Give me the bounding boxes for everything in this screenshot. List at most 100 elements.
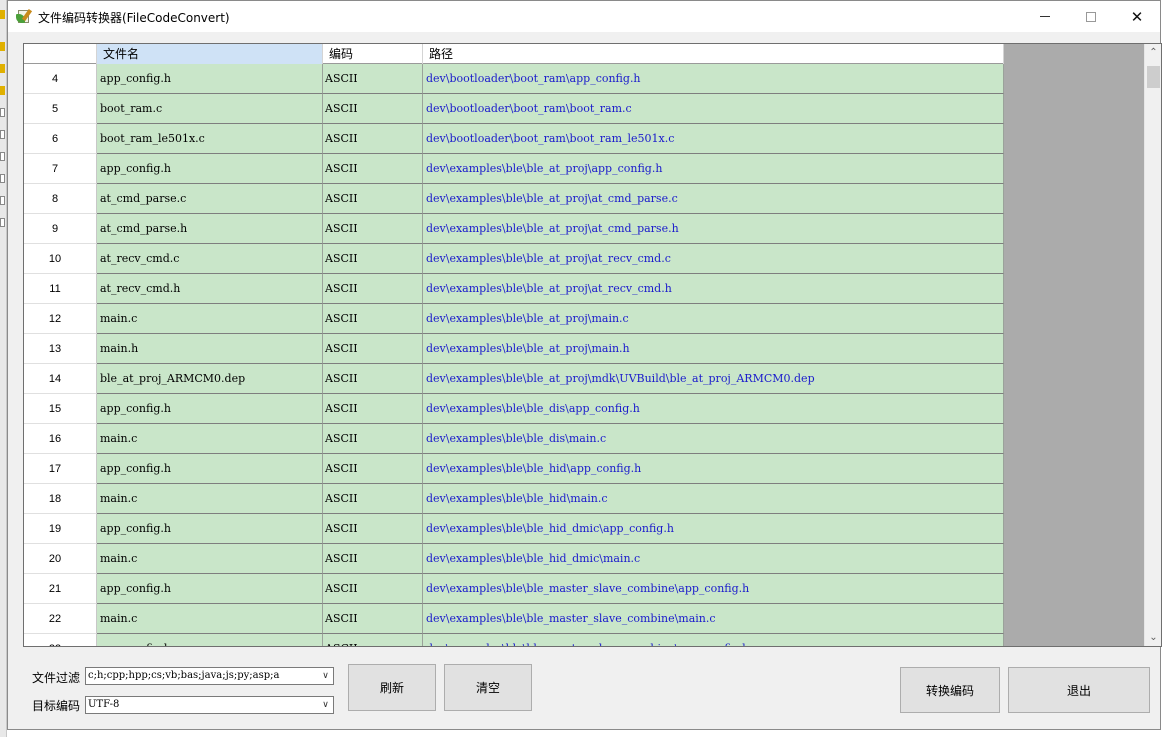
encoding-cell[interactable]: ASCII bbox=[323, 124, 423, 154]
encoding-cell[interactable]: ASCII bbox=[323, 274, 423, 304]
table-row[interactable]: 16 main.c ASCII dev\examples\ble\ble_dis\ma… bbox=[24, 424, 1004, 454]
filename-cell[interactable]: at_cmd_parse.c bbox=[97, 184, 323, 214]
filename-cell[interactable]: main.c bbox=[97, 544, 323, 574]
row-number-cell[interactable]: 14 bbox=[24, 364, 97, 394]
row-number-cell[interactable]: 4 bbox=[24, 64, 97, 94]
path-cell[interactable]: dev\examples\ble\ble_at_proj\at_recv_cmd… bbox=[423, 274, 1004, 304]
filename-cell[interactable]: main.c bbox=[97, 484, 323, 514]
path-cell[interactable]: dev\examples\ble\ble_at_proj\app_config.… bbox=[423, 154, 1004, 184]
filename-cell[interactable]: app_config.h bbox=[97, 634, 323, 646]
table-row[interactable]: 6 boot_ram_le501x.c ASCII dev\bootloader\bo… bbox=[24, 124, 1004, 154]
table-row[interactable]: 8 at_cmd_parse.c ASCII dev\examples\ble\ble… bbox=[24, 184, 1004, 214]
encoding-cell[interactable]: ASCII bbox=[323, 574, 423, 604]
table-row[interactable]: 7 app_config.h ASCII dev\examples\ble\ble_a… bbox=[24, 154, 1004, 184]
vertical-scrollbar[interactable]: ⌃ ⌄ bbox=[1144, 44, 1161, 646]
encoding-cell[interactable]: ASCII bbox=[323, 154, 423, 184]
table-row[interactable]: 5 boot_ram.c ASCII dev\bootloader\boot_ram\… bbox=[24, 94, 1004, 124]
path-cell[interactable]: dev\examples\ble\ble_at_proj\mdk\UVBuild… bbox=[423, 364, 1004, 394]
row-number-cell[interactable]: 22 bbox=[24, 604, 97, 634]
encoding-cell[interactable]: ASCII bbox=[323, 244, 423, 274]
table-row[interactable]: 21 app_config.h ASCII dev\examples\ble\ble_… bbox=[24, 574, 1004, 604]
filename-cell[interactable]: app_config.h bbox=[97, 454, 323, 484]
clear-button[interactable]: 清空 bbox=[444, 664, 532, 711]
encoding-cell[interactable]: ASCII bbox=[323, 484, 423, 514]
row-number-cell[interactable]: 15 bbox=[24, 394, 97, 424]
encoding-cell[interactable]: ASCII bbox=[323, 304, 423, 334]
path-cell[interactable]: dev\examples\ble\ble_hid_dmic\main.c bbox=[423, 544, 1004, 574]
table-row[interactable]: 14 ble_at_proj_ARMCM0.dep ASCII dev\example… bbox=[24, 364, 1004, 394]
encoding-cell[interactable]: ASCII bbox=[323, 64, 423, 94]
row-number-cell[interactable]: 19 bbox=[24, 514, 97, 544]
row-number-cell[interactable]: 10 bbox=[24, 244, 97, 274]
path-cell[interactable]: dev\examples\ble\ble_dis\app_config.h bbox=[423, 394, 1004, 424]
table-row[interactable]: 23app_config.hASCIIdev\examples\ble\ble_… bbox=[24, 634, 1004, 646]
encoding-cell[interactable]: ASCII bbox=[323, 634, 423, 646]
exit-button[interactable]: 退出 bbox=[1008, 667, 1150, 713]
encoding-cell[interactable]: ASCII bbox=[323, 364, 423, 394]
scroll-up-icon[interactable]: ⌃ bbox=[1145, 44, 1161, 61]
path-cell[interactable]: dev\bootloader\boot_ram\boot_ram.c bbox=[423, 94, 1004, 124]
row-number-cell[interactable]: 6 bbox=[24, 124, 97, 154]
path-cell[interactable]: dev\bootloader\boot_ram\app_config.h bbox=[423, 64, 1004, 94]
path-cell[interactable]: dev\examples\ble\ble_at_proj\at_cmd_pars… bbox=[423, 214, 1004, 244]
filename-cell[interactable]: app_config.h bbox=[97, 64, 323, 94]
encoding-cell[interactable]: ASCII bbox=[323, 214, 423, 244]
path-cell[interactable]: dev\examples\ble\ble_master_slave_combin… bbox=[423, 604, 1004, 634]
row-number-cell[interactable]: 17 bbox=[24, 454, 97, 484]
table-row[interactable]: 15 app_config.h ASCII dev\examples\ble\ble_… bbox=[24, 394, 1004, 424]
filename-cell[interactable]: app_config.h bbox=[97, 574, 323, 604]
row-number-cell[interactable]: 18 bbox=[24, 484, 97, 514]
table-row[interactable]: 11 at_recv_cmd.h ASCII dev\examples\ble\ble… bbox=[24, 274, 1004, 304]
path-cell[interactable]: dev\examples\ble\ble_dis\main.c bbox=[423, 424, 1004, 454]
encoding-cell[interactable]: ASCII bbox=[323, 184, 423, 214]
file-grid[interactable]: 文件名 编码 路径 4 app_config.h ASCII dev\bootload… bbox=[23, 43, 1162, 647]
row-number-cell[interactable]: 20 bbox=[24, 544, 97, 574]
convert-encoding-button[interactable]: 转换编码 bbox=[900, 667, 1000, 713]
filename-cell[interactable]: main.h bbox=[97, 334, 323, 364]
row-number-cell[interactable]: 16 bbox=[24, 424, 97, 454]
row-number-cell[interactable]: 23 bbox=[24, 634, 97, 646]
header-encoding[interactable]: 编码 bbox=[323, 44, 423, 64]
filename-cell[interactable]: main.c bbox=[97, 604, 323, 634]
header-path[interactable]: 路径 bbox=[423, 44, 1004, 64]
path-cell[interactable]: dev\examples\ble\ble_hid_dmic\app_config… bbox=[423, 514, 1004, 544]
file-filter-combo[interactable]: c;h;cpp;hpp;cs;vb;bas;java;js;py;asp;a ∨ bbox=[85, 667, 334, 685]
path-cell[interactable]: dev\examples\ble\ble_master_slave_combin… bbox=[423, 634, 1004, 646]
table-row[interactable]: 18 main.c ASCII dev\examples\ble\ble_hid\ma… bbox=[24, 484, 1004, 514]
row-number-cell[interactable]: 8 bbox=[24, 184, 97, 214]
filename-cell[interactable]: main.c bbox=[97, 424, 323, 454]
encoding-cell[interactable]: ASCII bbox=[323, 604, 423, 634]
table-row[interactable]: 10 at_recv_cmd.c ASCII dev\examples\ble\ble… bbox=[24, 244, 1004, 274]
table-row[interactable]: 19 app_config.h ASCII dev\examples\ble\ble_… bbox=[24, 514, 1004, 544]
table-row[interactable]: 20 main.c ASCII dev\examples\ble\ble_hid_dm… bbox=[24, 544, 1004, 574]
close-button[interactable]: ✕ bbox=[1114, 1, 1160, 32]
table-row[interactable]: 12 main.c ASCII dev\examples\ble\ble_at_pro… bbox=[24, 304, 1004, 334]
encoding-cell[interactable]: ASCII bbox=[323, 334, 423, 364]
row-number-cell[interactable]: 11 bbox=[24, 274, 97, 304]
encoding-cell[interactable]: ASCII bbox=[323, 454, 423, 484]
encoding-cell[interactable]: ASCII bbox=[323, 514, 423, 544]
path-cell[interactable]: dev\bootloader\boot_ram\boot_ram_le501x.… bbox=[423, 124, 1004, 154]
path-cell[interactable]: dev\examples\ble\ble_hid\app_config.h bbox=[423, 454, 1004, 484]
row-number-cell[interactable]: 9 bbox=[24, 214, 97, 244]
scroll-down-icon[interactable]: ⌄ bbox=[1145, 629, 1161, 646]
filename-cell[interactable]: at_cmd_parse.h bbox=[97, 214, 323, 244]
scroll-thumb[interactable] bbox=[1147, 66, 1160, 88]
row-number-cell[interactable]: 12 bbox=[24, 304, 97, 334]
row-number-cell[interactable]: 5 bbox=[24, 94, 97, 124]
table-row[interactable]: 22 main.c ASCII dev\examples\ble\ble_master… bbox=[24, 604, 1004, 634]
filename-cell[interactable]: app_config.h bbox=[97, 514, 323, 544]
row-number-cell[interactable]: 21 bbox=[24, 574, 97, 604]
table-row[interactable]: 9 at_cmd_parse.h ASCII dev\examples\ble\ble… bbox=[24, 214, 1004, 244]
filename-cell[interactable]: app_config.h bbox=[97, 154, 323, 184]
path-cell[interactable]: dev\examples\ble\ble_hid\main.c bbox=[423, 484, 1004, 514]
filename-cell[interactable]: app_config.h bbox=[97, 394, 323, 424]
refresh-button[interactable]: 刷新 bbox=[348, 664, 436, 711]
filename-cell[interactable]: boot_ram_le501x.c bbox=[97, 124, 323, 154]
chevron-down-icon[interactable]: ∨ bbox=[318, 697, 333, 713]
target-encoding-combo[interactable]: UTF-8 ∨ bbox=[85, 696, 334, 714]
path-cell[interactable]: dev\examples\ble\ble_at_proj\main.h bbox=[423, 334, 1004, 364]
filename-cell[interactable]: main.c bbox=[97, 304, 323, 334]
encoding-cell[interactable]: ASCII bbox=[323, 544, 423, 574]
chevron-down-icon[interactable]: ∨ bbox=[318, 668, 333, 684]
